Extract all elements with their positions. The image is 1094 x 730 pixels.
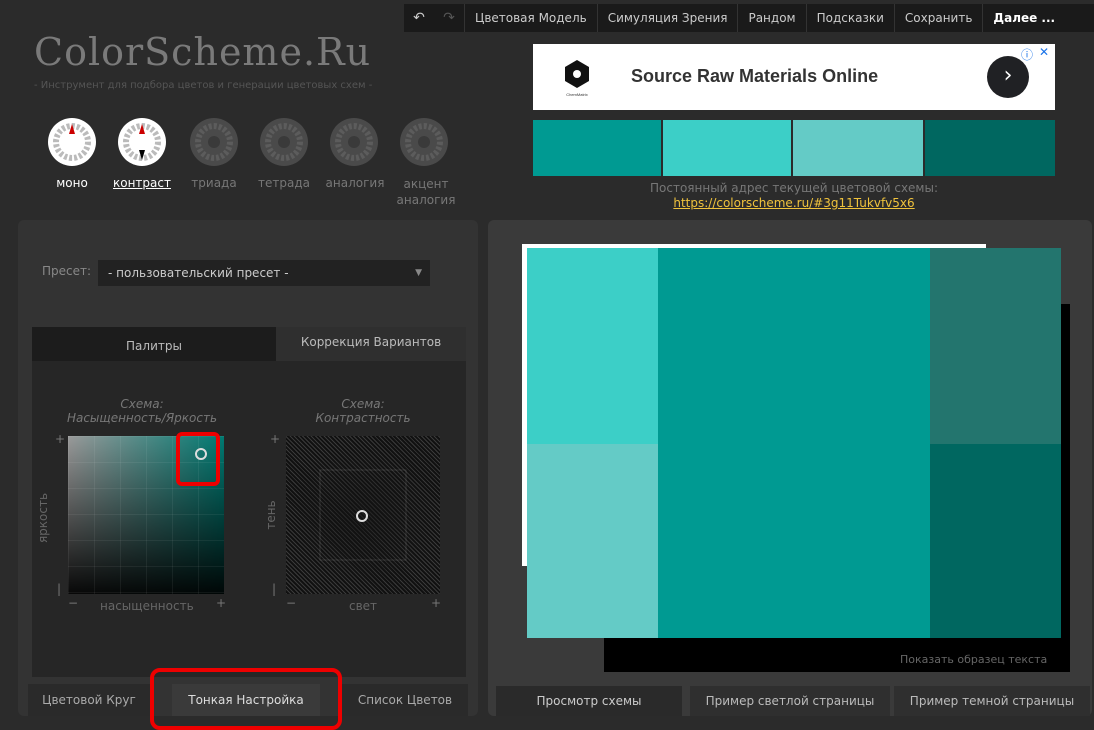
menu-hints[interactable]: Подсказки xyxy=(805,4,894,32)
menu-vision-simulation[interactable]: Симуляция Зрения xyxy=(596,4,738,32)
swatch-light-2 xyxy=(793,120,923,176)
permalink-label: Постоянный адрес текущей цветовой схемы: xyxy=(649,181,938,195)
sat-y-bar: | xyxy=(57,582,62,596)
permalink-link[interactable]: https://colorscheme.ru/#3g11Tukvfv5x6 xyxy=(533,196,1055,210)
con-x-minus: − xyxy=(286,596,297,610)
menu-color-model[interactable]: Цветовая Модель xyxy=(464,4,597,32)
con-x-plus: + xyxy=(431,596,442,610)
redo-icon[interactable]: ↷ xyxy=(434,10,464,26)
tab-dark-page[interactable]: Пример темной страницы xyxy=(894,686,1090,716)
ad-logo-icon: ChemMatrix xyxy=(565,60,589,97)
svg-text:ChemMatrix: ChemMatrix xyxy=(566,92,588,97)
ad-title[interactable]: Source Raw Materials Online xyxy=(631,66,878,87)
sat-y-label: яркость xyxy=(36,492,50,544)
wheel-tetrad-icon[interactable] xyxy=(260,118,308,166)
sat-x-label: насыщенность xyxy=(100,599,194,613)
wheel-triad-icon[interactable] xyxy=(190,118,238,166)
sat-x-minus: − xyxy=(68,596,79,610)
preview-block-light-1 xyxy=(527,248,658,444)
highlight-box xyxy=(150,668,342,730)
wheel-contrast-icon[interactable] xyxy=(118,118,166,166)
highlight-box xyxy=(176,432,220,486)
tab-light-page[interactable]: Пример светлой страницы xyxy=(690,686,890,716)
preset-select[interactable]: - пользовательский пресет - ▼ xyxy=(98,260,430,286)
contrast-marker[interactable] xyxy=(356,510,368,522)
menu-save[interactable]: Сохранить xyxy=(893,4,983,32)
swatch-primary xyxy=(533,120,661,176)
wheel-accent-analog-icon[interactable] xyxy=(400,118,448,166)
preview-block-main xyxy=(658,248,930,638)
scheme-label-analog[interactable]: аналогия xyxy=(322,176,388,190)
con-y-label: тень xyxy=(264,500,278,530)
con-x-label: свет xyxy=(349,599,378,613)
chevron-down-icon: ▼ xyxy=(415,268,422,278)
con-y-plus: + xyxy=(270,432,281,446)
tab-scheme-preview[interactable]: Просмотр схемы xyxy=(496,686,682,716)
site-logo[interactable]: ColorScheme.Ru xyxy=(34,30,371,74)
con-y-bar: | xyxy=(272,582,277,596)
scheme-label-contrast[interactable]: контраст xyxy=(110,176,174,190)
menu-random[interactable]: Рандом xyxy=(737,4,805,32)
site-tagline: - Инструмент для подбора цветов и генера… xyxy=(34,80,373,91)
ad-banner[interactable]: ChemMatrix Source Raw Materials Online ›… xyxy=(533,44,1055,110)
tab-color-list[interactable]: Список Цветов xyxy=(342,684,468,716)
wheel-analog-icon[interactable] xyxy=(330,118,378,166)
schema-sat-title: Схема: Насыщенность/Яркость xyxy=(66,397,218,425)
ad-close-icon[interactable]: ✕ xyxy=(1039,45,1049,59)
swatch-light-1 xyxy=(663,120,791,176)
scheme-label-tetrad[interactable]: тетрада xyxy=(254,176,314,190)
tab-palettes[interactable]: Палитры xyxy=(32,327,276,361)
tab-color-wheel[interactable]: Цветовой Круг xyxy=(28,684,150,716)
undo-icon[interactable]: ↶ xyxy=(404,10,434,26)
scheme-label-mono[interactable]: моно xyxy=(42,176,102,190)
preset-label: Пресет: xyxy=(42,264,92,278)
show-sample-text-link[interactable]: Показать образец текста xyxy=(900,653,1047,666)
preview-block-dark-1 xyxy=(930,248,1061,444)
scheme-label-accent-analog[interactable]: акцент аналогия xyxy=(392,176,460,208)
menu-more[interactable]: Далее ... xyxy=(982,4,1065,32)
sat-x-plus: + xyxy=(216,596,227,610)
schema-contrast-title: Схема: Контрастность xyxy=(315,397,411,425)
preset-value: - пользовательский пресет - xyxy=(108,266,289,280)
scheme-label-triad[interactable]: триада xyxy=(184,176,244,190)
tab-correction[interactable]: Коррекция Вариантов xyxy=(276,327,466,361)
ad-info-icon[interactable]: ⓘ xyxy=(1021,46,1033,63)
wheel-mono-icon[interactable] xyxy=(48,118,96,166)
preview-block-light-2 xyxy=(527,444,658,638)
swatch-dark xyxy=(925,120,1055,176)
top-menu-bar: ↶ ↷ Цветовая Модель Симуляция Зрения Ран… xyxy=(404,4,1094,32)
sat-y-plus: + xyxy=(55,432,66,446)
preview-block-dark-2 xyxy=(930,444,1061,638)
